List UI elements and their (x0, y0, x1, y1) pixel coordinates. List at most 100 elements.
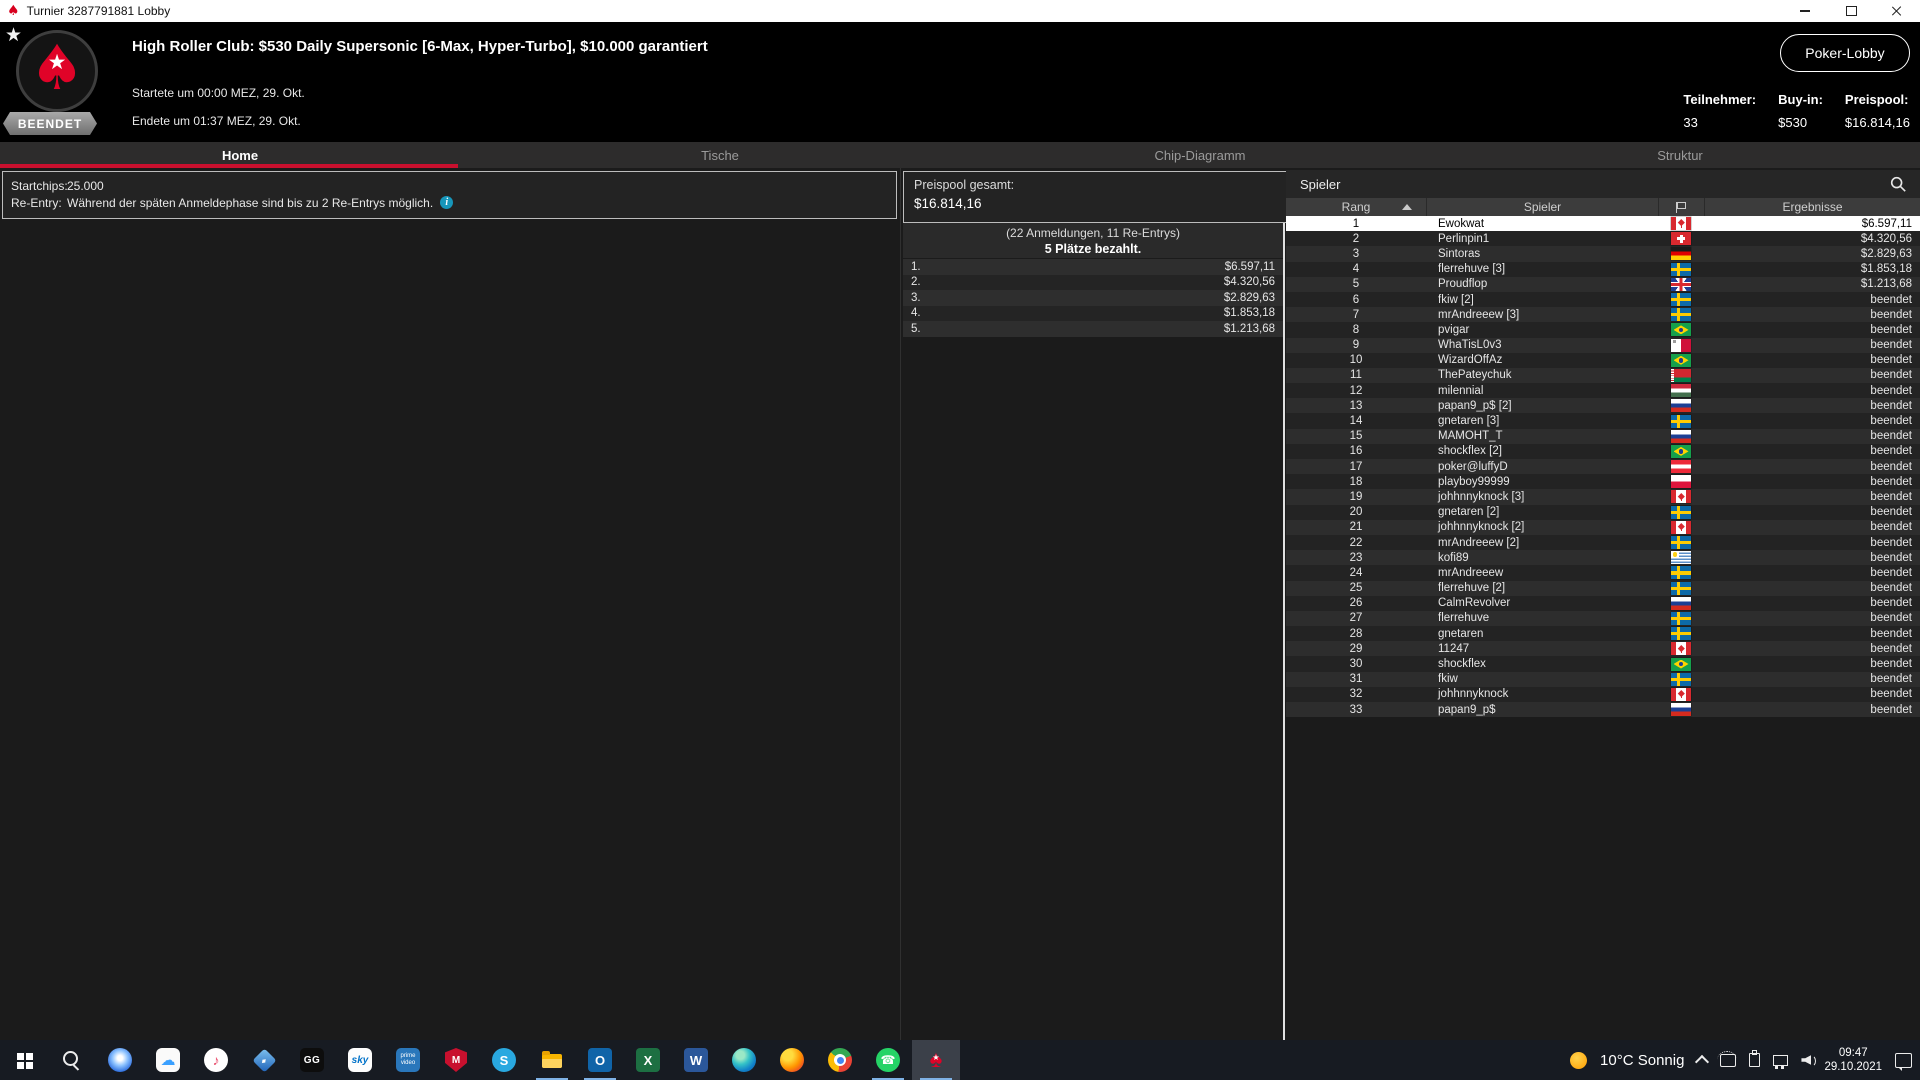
chevron-up-icon[interactable] (1695, 1054, 1710, 1070)
belarus-flag-icon (1671, 368, 1691, 382)
ggpoker-icon[interactable]: GG (288, 1040, 336, 1080)
player-result: beendet (1870, 308, 1912, 321)
brazil-flag-icon (1671, 657, 1691, 671)
poker-lobby-button[interactable]: Poker-Lobby (1780, 34, 1910, 72)
cards-app-icon[interactable]: ♦ (240, 1040, 288, 1080)
player-row[interactable]: 31 fkiw beendet (1286, 671, 1920, 687)
info-circle-icon[interactable]: i (440, 196, 454, 209)
search-icon[interactable] (1888, 174, 1908, 194)
minimize-button[interactable] (1782, 0, 1828, 22)
player-rank: 2 (1352, 232, 1360, 245)
Struktur-tab[interactable]: Struktur (1440, 142, 1920, 168)
column-header-flag[interactable] (1658, 198, 1704, 216)
mcafee-icon[interactable]: M (432, 1040, 480, 1080)
start-icon[interactable] (0, 1040, 48, 1080)
skype-icon[interactable]: S (480, 1040, 528, 1080)
ethernet-icon[interactable] (1773, 1054, 1789, 1069)
stat-label: Teilnehmer: (1683, 92, 1757, 107)
player-row[interactable]: 8 pvigar beendet (1286, 322, 1920, 338)
player-rank: 10 (1349, 354, 1363, 367)
itunes-icon[interactable]: ♪ (192, 1040, 240, 1080)
pokerstars-icon[interactable]: ♠ (912, 1040, 960, 1080)
player-row[interactable]: 2 Perlinpin1 $4.320,56 (1286, 231, 1920, 247)
player-result: beendet (1870, 703, 1912, 716)
favorite-star-icon[interactable]: ★ (5, 24, 22, 47)
player-row[interactable]: 15 MAMOHT_T beendet (1286, 428, 1920, 444)
player-row[interactable]: 4 flerrehuve [3] $1.853,18 (1286, 261, 1920, 277)
poland-flag-icon (1671, 475, 1691, 489)
player-row[interactable]: 16 shockflex [2] beendet (1286, 443, 1920, 459)
player-row[interactable]: 13 papan9_p$ [2] beendet (1286, 398, 1920, 414)
player-row[interactable]: 5 Proudflop $1.213,68 (1286, 276, 1920, 292)
player-row[interactable]: 21 johhnnyknock [2] beendet (1286, 519, 1920, 535)
prime-video-icon[interactable]: prime video (384, 1040, 432, 1080)
payout-place: 3. (911, 291, 921, 304)
player-row[interactable]: 7 mrAndreeew [3] beendet (1286, 307, 1920, 323)
weather-text[interactable]: 10°C Sonnig (1600, 1052, 1684, 1069)
startchips-value: 25.000 (67, 178, 104, 193)
player-row[interactable]: 10 WizardOffAz beendet (1286, 352, 1920, 368)
icloud-icon[interactable]: ☁ (144, 1040, 192, 1080)
player-result: beendet (1870, 445, 1912, 458)
player-row[interactable]: 17 poker@luffyD beendet (1286, 459, 1920, 475)
player-row[interactable]: 9 WhaTisL0v3 beendet (1286, 337, 1920, 353)
player-row[interactable]: 25 flerrehuve [2] beendet (1286, 580, 1920, 596)
sun-icon[interactable] (1570, 1051, 1588, 1069)
player-rank: 8 (1352, 323, 1360, 336)
player-row[interactable]: 3 Sintoras $2.829,63 (1286, 246, 1920, 262)
player-row[interactable]: 32 johhnnyknock beendet (1286, 686, 1920, 702)
chrome-icon[interactable] (816, 1040, 864, 1080)
whatsapp-icon[interactable]: ☎ (864, 1040, 912, 1080)
word-icon[interactable]: W (672, 1040, 720, 1080)
player-row[interactable]: 18 playboy99999 beendet (1286, 474, 1920, 490)
player-row[interactable]: 12 milennial beendet (1286, 383, 1920, 399)
taskbar-clock[interactable]: 09:47 29.10.2021 (1824, 1046, 1882, 1074)
volume-icon[interactable] (1801, 1055, 1817, 1067)
signal-icon[interactable] (96, 1040, 144, 1080)
restore-button[interactable] (1828, 0, 1874, 22)
canada-flag-icon (1671, 217, 1691, 231)
search-icon[interactable] (48, 1040, 96, 1080)
player-row[interactable]: 11 ThePateychuk beendet (1286, 367, 1920, 384)
payout-row: 5. $1.213,68 (903, 321, 1283, 337)
outlook-icon[interactable]: O (576, 1040, 624, 1080)
file-explorer-icon[interactable] (528, 1040, 576, 1080)
player-rank: 32 (1349, 688, 1363, 701)
player-row[interactable]: 30 shockflex beendet (1286, 656, 1920, 672)
player-row[interactable]: 24 mrAndreeew beendet (1286, 565, 1920, 581)
Chip-Diagramm-tab[interactable]: Chip-Diagramm (960, 142, 1440, 168)
firefox-icon[interactable] (768, 1040, 816, 1080)
column-header-rank[interactable]: Rang (1286, 198, 1426, 216)
close-button[interactable] (1874, 0, 1920, 22)
player-row[interactable]: 22 mrAndreeew [2] beendet (1286, 534, 1920, 551)
payout-amount: $4.320,56 (1223, 276, 1275, 289)
player-row[interactable]: 27 flerrehuve beendet (1286, 610, 1920, 627)
player-row[interactable]: 33 papan9_p$ beendet (1286, 702, 1920, 718)
player-row[interactable]: 14 gnetaren [3] beendet (1286, 413, 1920, 429)
payout-place: 1. (911, 260, 921, 273)
sky-icon[interactable]: sky (336, 1040, 384, 1080)
player-row[interactable]: 6 fkiw [2] beendet (1286, 291, 1920, 308)
player-name: flerrehuve [3] (1438, 263, 1506, 276)
excel-icon[interactable]: X (624, 1040, 672, 1080)
edge-icon[interactable] (720, 1040, 768, 1080)
usb-icon[interactable] (1749, 1050, 1761, 1067)
player-row[interactable]: 19 johhnnyknock [3] beendet (1286, 489, 1920, 505)
player-row[interactable]: 23 kofi89 beendet (1286, 550, 1920, 566)
action-center-icon[interactable] (1895, 1052, 1912, 1071)
player-rank: 12 (1349, 384, 1363, 397)
player-row[interactable]: 20 gnetaren [2] beendet (1286, 504, 1920, 520)
Home-tab[interactable]: Home (0, 142, 480, 168)
player-rank: 9 (1352, 339, 1360, 352)
flag-outline-icon (1676, 201, 1687, 213)
tablet-icon[interactable] (1717, 1050, 1738, 1067)
player-row[interactable]: 29 11247 beendet (1286, 641, 1920, 657)
player-rank: 27 (1349, 612, 1363, 625)
column-header-results[interactable]: Ergebnisse (1704, 198, 1920, 216)
russia-flag-icon (1671, 399, 1691, 413)
column-header-player[interactable]: Spieler (1426, 198, 1658, 216)
player-row[interactable]: 28 gnetaren beendet (1286, 626, 1920, 642)
player-row[interactable]: 26 CalmRevolver beendet (1286, 595, 1920, 611)
player-row[interactable]: 1 Ewokwat $6.597,11 (1286, 216, 1920, 232)
Tische-tab[interactable]: Tische (480, 142, 960, 168)
